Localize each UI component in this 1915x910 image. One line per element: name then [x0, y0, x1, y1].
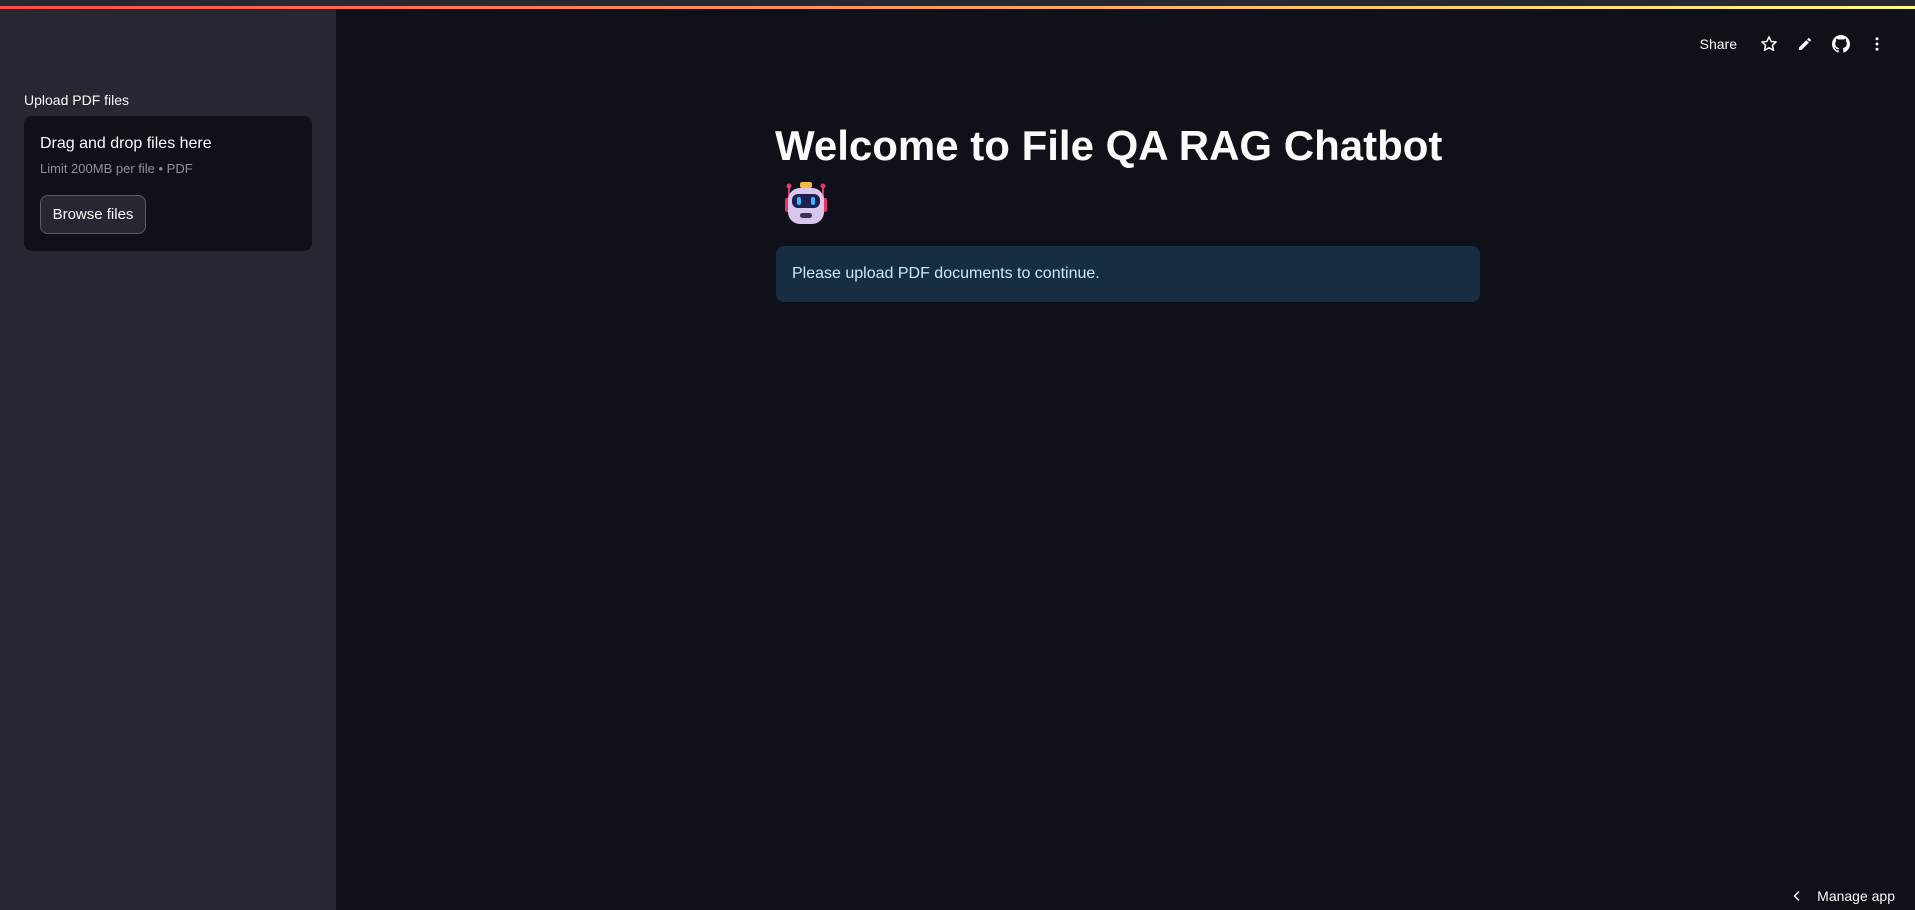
share-button[interactable]: Share: [1700, 36, 1737, 52]
manage-app-button[interactable]: Manage app: [1791, 882, 1895, 910]
browse-files-button[interactable]: Browse files: [40, 195, 146, 234]
top-decoration-stripe: [0, 0, 1915, 9]
more-vertical-icon[interactable]: [1859, 28, 1895, 60]
accent-gradient-bar: [0, 6, 1915, 9]
dropzone-limit-text: Limit 200MB per file • PDF: [40, 161, 193, 176]
chevron-left-icon: [1791, 890, 1803, 902]
star-icon[interactable]: [1751, 28, 1787, 60]
dropzone-title: Drag and drop files here: [40, 135, 212, 152]
file-dropzone[interactable]: Drag and drop files here Limit 200MB per…: [24, 116, 312, 251]
page-title: Welcome to File QA RAG Chatbot: [775, 122, 1443, 169]
robot-face-icon: [781, 178, 831, 228]
edit-pencil-icon[interactable]: [1787, 28, 1823, 60]
app-toolbar: Share: [1700, 28, 1895, 60]
upload-label: Upload PDF files: [24, 92, 130, 108]
github-icon[interactable]: [1823, 28, 1859, 60]
manage-app-label: Manage app: [1817, 888, 1895, 904]
info-alert: Please upload PDF documents to continue.: [776, 246, 1480, 302]
info-message: Please upload PDF documents to continue.: [792, 265, 1100, 282]
sidebar: Upload PDF files Drag and drop files her…: [0, 0, 336, 910]
